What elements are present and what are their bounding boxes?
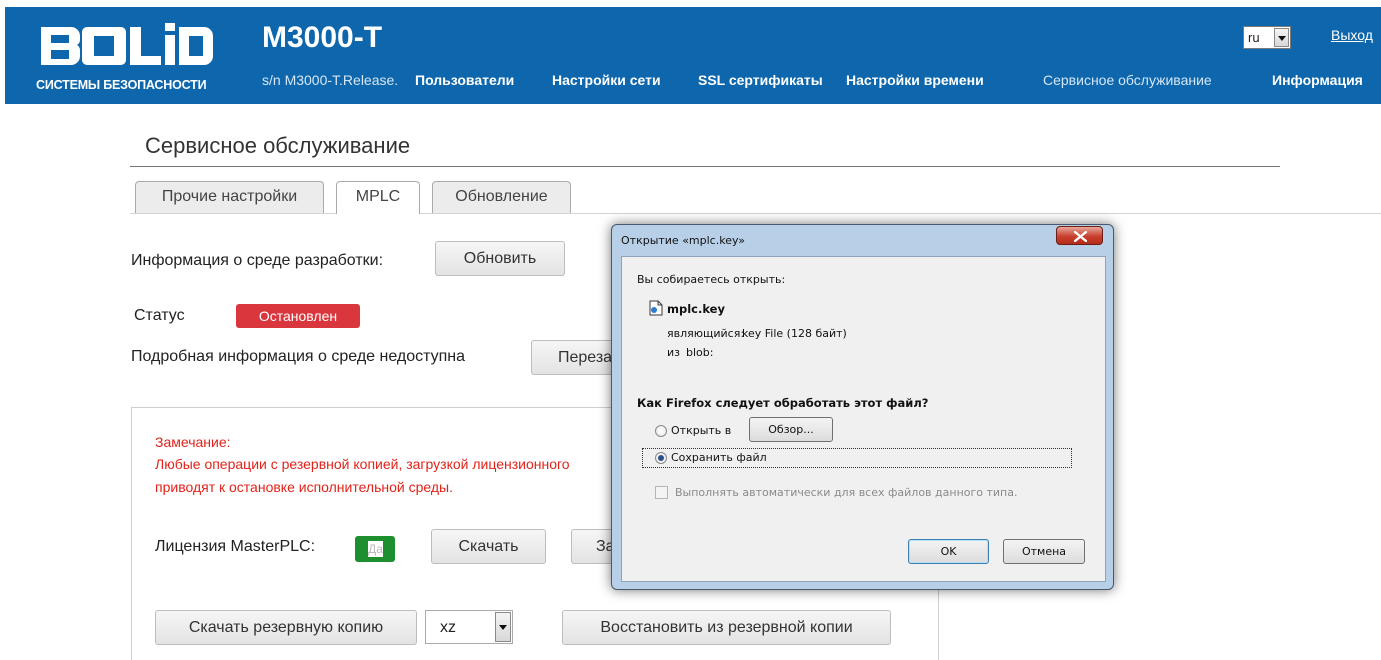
- backup-format-select[interactable]: xz: [425, 610, 513, 644]
- bolid-logo-mark: [41, 23, 213, 65]
- note-title: Замечание:: [155, 434, 231, 450]
- download-license-button[interactable]: Скачать: [431, 529, 546, 564]
- file-from-label: из: [667, 346, 680, 359]
- restore-backup-button[interactable]: Восстановить из резервной копии: [562, 610, 891, 645]
- status-label: Статус: [134, 307, 185, 324]
- dialog-title: Открытие «mplc.key»: [621, 234, 746, 247]
- backup-format-value: xz: [440, 619, 456, 636]
- open-with-radio[interactable]: [655, 425, 667, 437]
- app-header: СИСТЕМЫ БЕЗОПАСНОСТИ М3000-T s/n M3000-T…: [5, 7, 1381, 104]
- note-line-2: приводят к остановке исполнительной сред…: [155, 479, 454, 495]
- dialog-question: Как Firefox следует обработать этот файл…: [637, 396, 929, 410]
- save-file-label[interactable]: Сохранить файл: [671, 451, 767, 464]
- download-backup-button[interactable]: Скачать резервную копию: [155, 610, 417, 645]
- open-with-label[interactable]: Открыть в: [671, 424, 731, 437]
- refresh-button[interactable]: Обновить: [435, 241, 565, 276]
- bolid-logo: СИСТЕМЫ БЕЗОПАСНОСТИ: [25, 23, 220, 103]
- file-type-label: являющийся:: [667, 327, 745, 340]
- file-from-value: blob:: [686, 346, 714, 359]
- nav-ssl[interactable]: SSL сертификаты: [698, 72, 823, 88]
- status-badge: Остановлен: [236, 304, 360, 328]
- tab-other-settings[interactable]: Прочие настройки: [135, 181, 324, 213]
- nav-info[interactable]: Информация: [1272, 72, 1363, 88]
- browse-button[interactable]: Обзор...: [749, 417, 833, 442]
- license-badge-value: Да: [368, 541, 383, 557]
- ok-button[interactable]: OK: [908, 539, 989, 564]
- close-icon: [1074, 231, 1087, 242]
- file-icon: [649, 300, 663, 316]
- dialog-close-button[interactable]: [1056, 226, 1103, 245]
- dev-env-label: Информация о среде разработки:: [131, 252, 384, 269]
- auto-action-checkbox[interactable]: [655, 486, 668, 499]
- chevron-down-icon[interactable]: [1274, 28, 1289, 47]
- nav-service[interactable]: Сервисное обслуживание: [1043, 72, 1212, 88]
- tabs-divider: [130, 213, 1381, 214]
- auto-action-label[interactable]: Выполнять автоматически для всех файлов …: [675, 486, 1017, 499]
- logout-link[interactable]: Выход: [1331, 27, 1373, 43]
- language-select[interactable]: ru: [1243, 26, 1291, 49]
- tab-update[interactable]: Обновление: [432, 181, 571, 213]
- nav-users[interactable]: Пользователи: [415, 72, 514, 88]
- note-line-1: Любые операции с резервной копией, загру…: [155, 456, 570, 472]
- title-divider: [130, 166, 1280, 167]
- chevron-down-icon[interactable]: [495, 612, 511, 642]
- cancel-button[interactable]: Отмена: [1003, 539, 1085, 564]
- language-value: ru: [1248, 30, 1260, 45]
- save-file-radio[interactable]: [655, 452, 667, 464]
- dialog-intro: Вы собираетесь открыть:: [637, 273, 786, 286]
- license-label: Лицензия MasterPLC:: [155, 538, 316, 555]
- dialog-filename: mplc.key: [667, 302, 725, 316]
- license-badge: Да: [355, 536, 395, 562]
- logo-subtitle: СИСТЕМЫ БЕЗОПАСНОСТИ: [36, 78, 207, 92]
- nav-network[interactable]: Настройки сети: [552, 72, 661, 88]
- tab-mplc[interactable]: MPLC: [336, 181, 420, 214]
- nav-time[interactable]: Настройки времени: [846, 72, 984, 88]
- serial-number: s/n M3000-T.Release.: [262, 72, 399, 88]
- page-title: Сервисное обслуживание: [145, 133, 411, 158]
- product-title: М3000-T: [262, 21, 383, 54]
- details-label: Подробная информация о среде недоступна: [131, 348, 466, 365]
- file-type-value: key File (128 байт): [742, 327, 847, 340]
